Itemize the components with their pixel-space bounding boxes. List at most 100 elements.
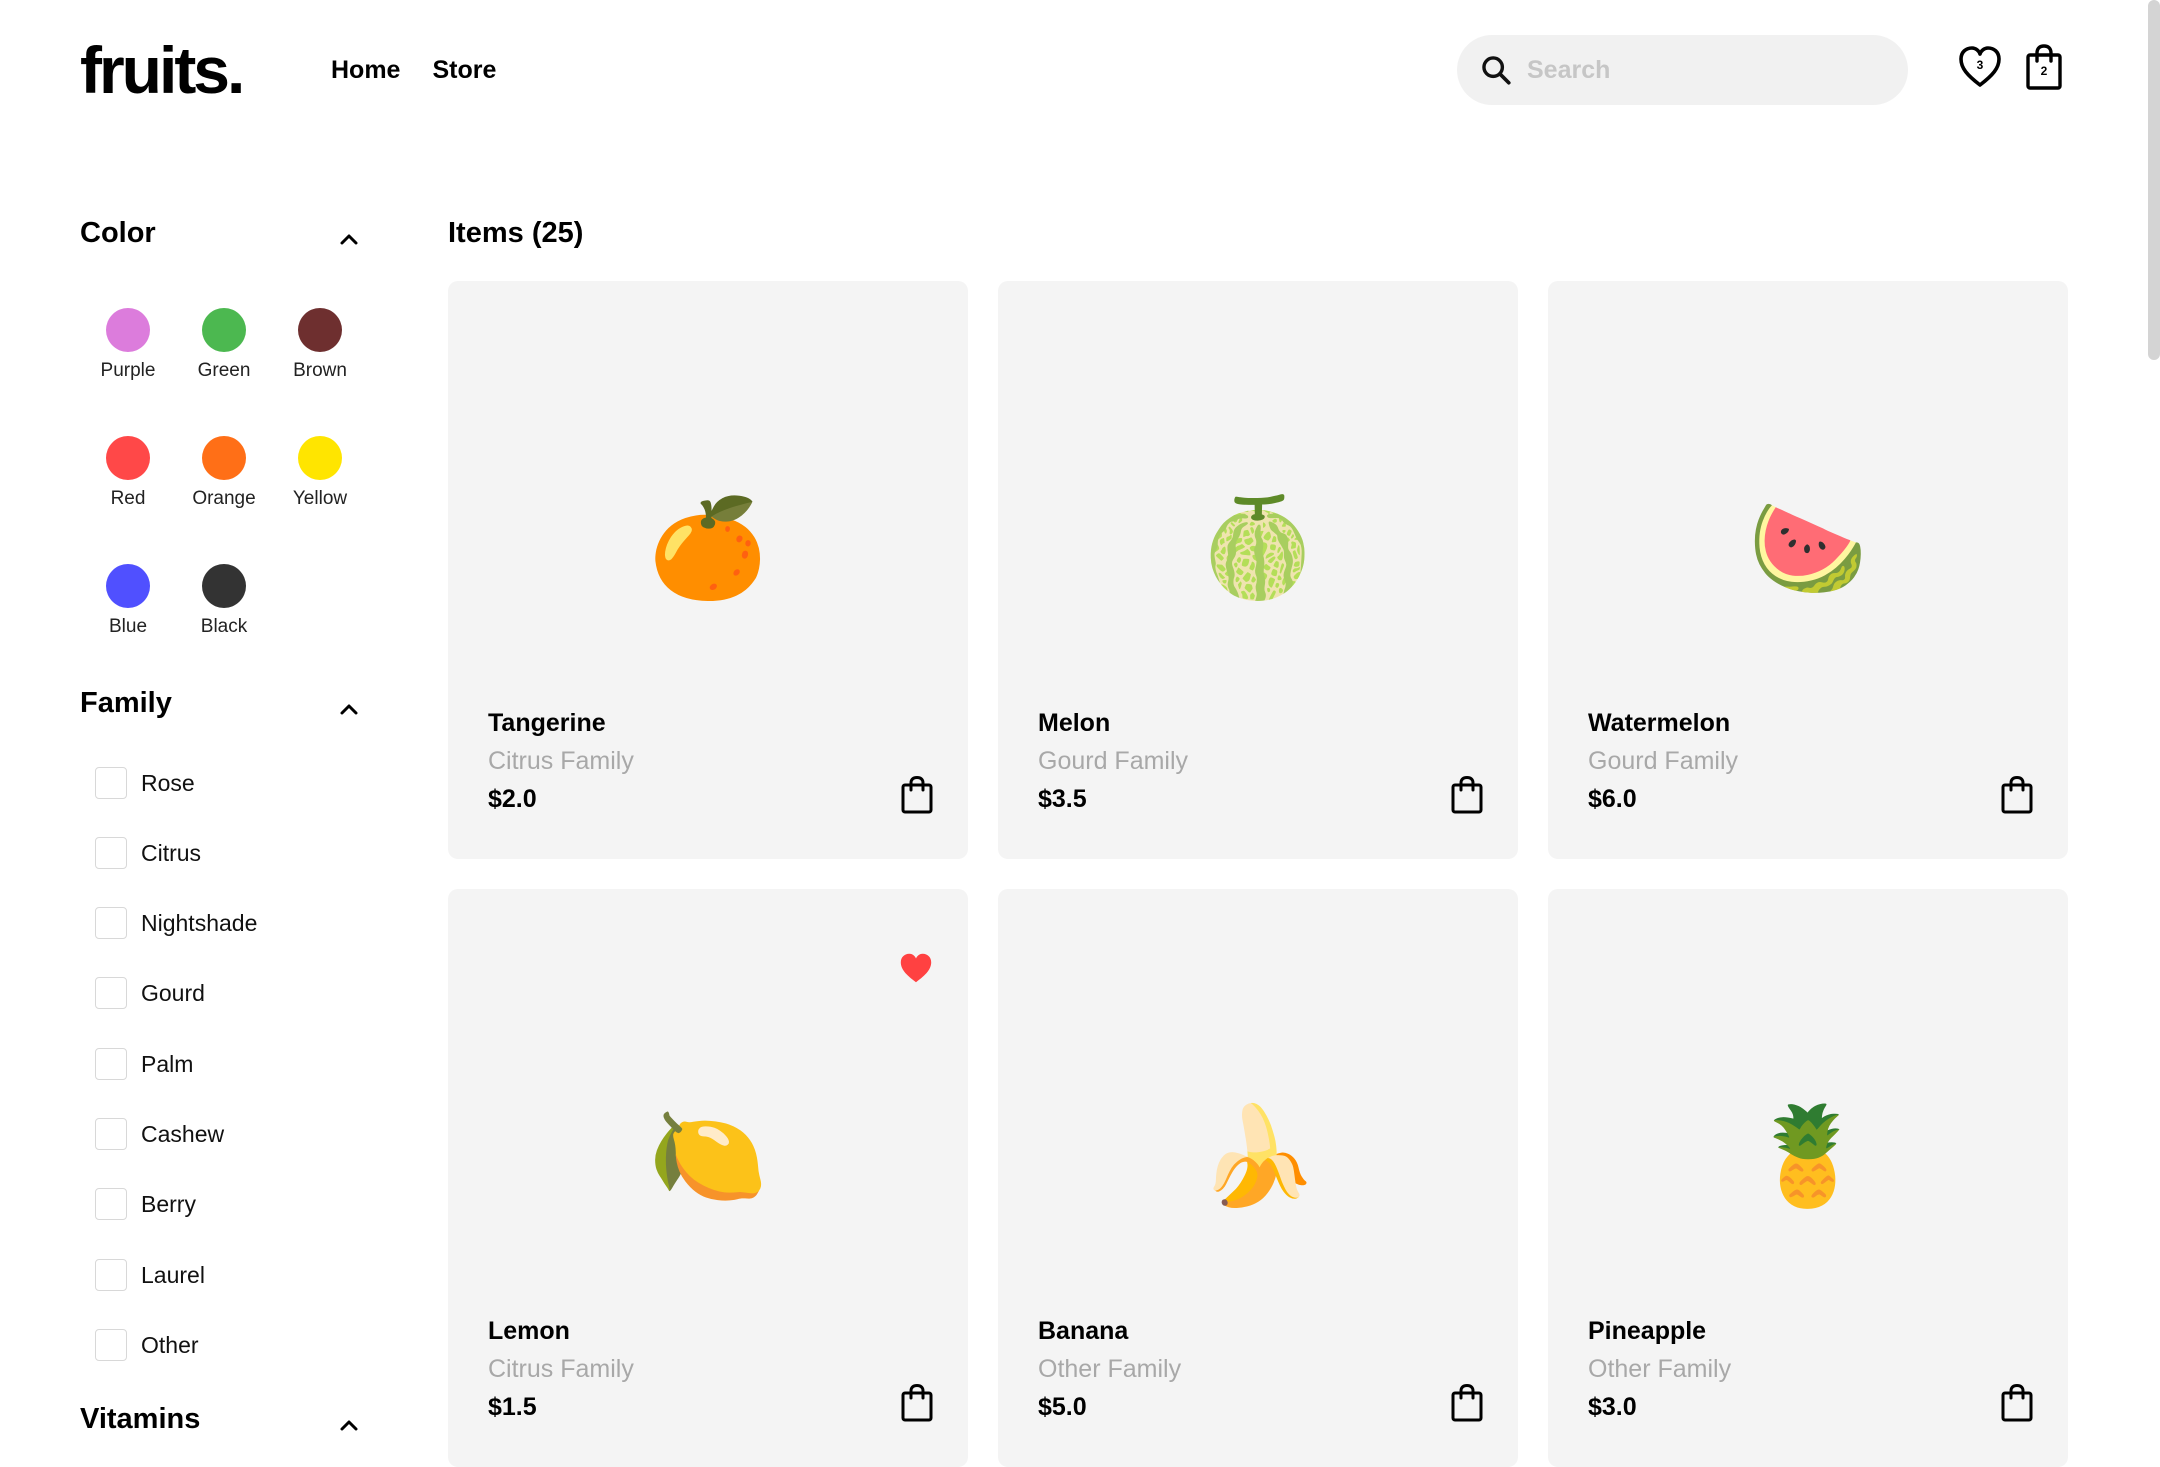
product-family: Citrus Family	[488, 1355, 634, 1383]
color-swatch-yellow[interactable]: Yellow	[272, 436, 368, 510]
checkbox[interactable]	[95, 1048, 127, 1080]
family-option-laurel[interactable]: Laurel	[95, 1259, 205, 1291]
nav-home-link[interactable]: Home	[331, 56, 400, 85]
pineapple-emoji-icon: 🍍	[1748, 1103, 1868, 1210]
product-price: $6.0	[1588, 785, 1637, 813]
family-option-citrus[interactable]: Citrus	[95, 837, 201, 869]
vitamins-filter-title: Vitamins	[80, 1403, 201, 1435]
color-dot	[202, 564, 246, 608]
color-label: Green	[197, 360, 251, 381]
product-name: Lemon	[488, 1317, 570, 1345]
color-swatch-orange[interactable]: Orange	[176, 436, 272, 510]
favorite-heart-icon[interactable]	[897, 949, 935, 987]
product-card[interactable]: 🍋 Lemon Citrus Family $1.5	[448, 889, 968, 1467]
melon-emoji-icon: 🍈	[1198, 495, 1318, 602]
checkbox[interactable]	[95, 907, 127, 939]
checkbox[interactable]	[95, 1118, 127, 1150]
family-option-label: Palm	[141, 1050, 194, 1077]
family-option-label: Berry	[141, 1190, 196, 1217]
color-dot	[202, 436, 246, 480]
checkbox[interactable]	[95, 837, 127, 869]
color-swatch-red[interactable]: Red	[80, 436, 176, 510]
add-to-cart-bag-icon[interactable]	[1447, 775, 1487, 815]
product-card[interactable]: 🍊 Tangerine Citrus Family $2.0	[448, 281, 968, 859]
checkbox[interactable]	[95, 767, 127, 799]
product-price: $3.0	[1588, 1393, 1637, 1421]
family-option-other[interactable]: Other	[95, 1329, 199, 1361]
search-bar[interactable]	[1457, 35, 1908, 105]
product-family: Gourd Family	[1588, 747, 1739, 775]
family-option-gourd[interactable]: Gourd	[95, 977, 205, 1009]
color-swatch-green[interactable]: Green	[176, 308, 272, 382]
product-name: Watermelon	[1588, 709, 1731, 737]
main-nav: Home Store	[331, 56, 496, 85]
product-name: Melon	[1038, 709, 1111, 737]
color-label: Blue	[108, 616, 148, 637]
family-option-label: Laurel	[141, 1261, 205, 1288]
page-scrollbar[interactable]	[2148, 0, 2160, 360]
add-to-cart-bag-icon[interactable]	[897, 1383, 937, 1423]
add-to-cart-bag-icon[interactable]	[1997, 1383, 2037, 1423]
nav-store-link[interactable]: Store	[432, 56, 496, 85]
color-swatch-black[interactable]: Black	[176, 564, 272, 638]
color-label: Brown	[293, 360, 347, 381]
add-to-cart-bag-icon[interactable]	[897, 775, 937, 815]
product-family: Citrus Family	[488, 747, 634, 775]
color-label: Orange	[192, 488, 256, 509]
family-option-rose[interactable]: Rose	[95, 767, 195, 799]
color-swatch-blue[interactable]: Blue	[80, 564, 176, 638]
product-family: Other Family	[1588, 1355, 1732, 1383]
family-option-label: Gourd	[141, 979, 205, 1006]
color-label: Purple	[100, 360, 156, 381]
product-name: Pineapple	[1588, 1317, 1707, 1345]
chevron-up-icon[interactable]	[336, 1412, 362, 1438]
lemon-emoji-icon: 🍋	[648, 1103, 768, 1210]
family-filter-title: Family	[80, 687, 172, 719]
checkbox[interactable]	[95, 1329, 127, 1361]
family-option-berry[interactable]: Berry	[95, 1188, 196, 1220]
banana-emoji-icon: 🍌	[1198, 1103, 1318, 1210]
family-option-cashew[interactable]: Cashew	[95, 1118, 224, 1150]
color-label: Red	[110, 488, 146, 509]
cart-button[interactable]: 2	[2019, 42, 2069, 92]
add-to-cart-bag-icon[interactable]	[1447, 1383, 1487, 1423]
color-swatch-brown[interactable]: Brown	[272, 308, 368, 382]
color-swatch-purple[interactable]: Purple	[80, 308, 176, 382]
product-price: $5.0	[1038, 1393, 1087, 1421]
items-count-title: Items (25)	[448, 217, 584, 249]
watermelon-emoji-icon: 🍉	[1748, 495, 1868, 602]
product-price: $2.0	[488, 785, 537, 813]
product-card[interactable]: 🍍 Pineapple Other Family $3.0	[1548, 889, 2068, 1467]
family-option-nightshade[interactable]: Nightshade	[95, 907, 257, 939]
color-dot	[202, 308, 246, 352]
family-option-label: Citrus	[141, 839, 202, 866]
family-option-label: Rose	[141, 769, 195, 796]
product-price: $1.5	[488, 1393, 537, 1421]
product-card[interactable]: 🍌 Banana Other Family $5.0	[998, 889, 1518, 1467]
logo[interactable]: fruits.	[80, 32, 245, 108]
family-option-label: Other	[141, 1331, 199, 1358]
checkbox[interactable]	[95, 977, 127, 1009]
chevron-up-icon[interactable]	[336, 226, 362, 252]
color-dot	[106, 564, 150, 608]
wishlist-count: 3	[1976, 58, 1984, 72]
color-filter-title: Color	[80, 217, 156, 249]
checkbox[interactable]	[95, 1188, 127, 1220]
product-card[interactable]: 🍈 Melon Gourd Family $3.5	[998, 281, 1518, 859]
product-price: $3.5	[1038, 785, 1087, 813]
color-label: Black	[200, 616, 248, 637]
family-option-label: Cashew	[141, 1120, 225, 1147]
product-card[interactable]: 🍉 Watermelon Gourd Family $6.0	[1548, 281, 2068, 859]
color-label: Yellow	[292, 488, 348, 509]
product-name: Banana	[1038, 1317, 1129, 1345]
add-to-cart-bag-icon[interactable]	[1997, 775, 2037, 815]
wishlist-button[interactable]: 3	[1955, 42, 2005, 92]
color-dot	[298, 308, 342, 352]
search-input[interactable]	[1525, 54, 1889, 86]
color-dot	[106, 308, 150, 352]
family-option-palm[interactable]: Palm	[95, 1048, 193, 1080]
cart-count: 2	[2040, 64, 2048, 78]
product-name: Tangerine	[488, 709, 606, 737]
chevron-up-icon[interactable]	[336, 696, 362, 722]
checkbox[interactable]	[95, 1259, 127, 1291]
